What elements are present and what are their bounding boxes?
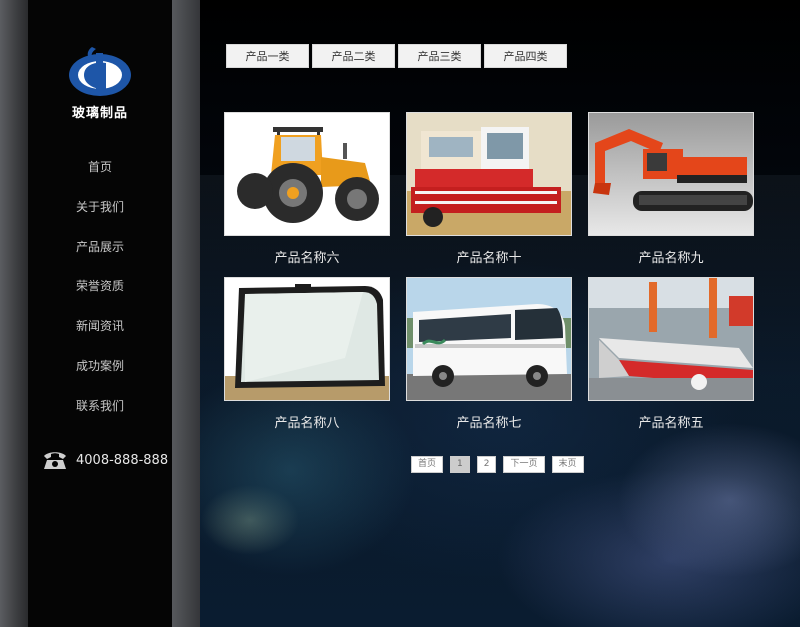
product-card[interactable]: 产品名称六 <box>224 112 390 266</box>
nav-item-home[interactable]: 首页 <box>28 148 172 188</box>
product-name[interactable]: 产品名称六 <box>224 247 390 266</box>
product-name[interactable]: 产品名称五 <box>588 412 754 431</box>
product-image-factory-line[interactable] <box>588 277 754 401</box>
product-card[interactable]: 产品名称八 <box>224 277 390 431</box>
nav-item-contact[interactable]: 联系我们 <box>28 387 172 427</box>
pagination: 首页 1 2 下一页 末页 <box>411 456 591 473</box>
product-card[interactable]: 产品名称五 <box>588 277 754 431</box>
sidebar: 玻璃制品 首页 关于我们 产品展示 荣誉资质 新闻资讯 成功案例 联系我们 40… <box>28 0 172 627</box>
nav-item-about[interactable]: 关于我们 <box>28 188 172 228</box>
product-card[interactable]: 产品名称九 <box>588 112 754 266</box>
main-content: 产品一类 产品二类 产品三类 产品四类 产品名称六 产品名称十 产品名称九 产品… <box>200 0 800 627</box>
nav-item-honors[interactable]: 荣誉资质 <box>28 267 172 307</box>
left-edge-strip <box>0 0 28 627</box>
phone-number: 4008-888-888 <box>76 452 169 468</box>
brand-name: 玻璃制品 <box>71 106 128 121</box>
category-tabs: 产品一类 产品二类 产品三类 产品四类 <box>226 44 570 68</box>
pager-first-button[interactable]: 首页 <box>411 456 444 473</box>
nav-item-products[interactable]: 产品展示 <box>28 228 172 268</box>
sidebar-right-strip <box>172 0 200 627</box>
main-nav: 首页 关于我们 产品展示 荣誉资质 新闻资讯 成功案例 联系我们 <box>28 148 172 427</box>
nav-item-cases[interactable]: 成功案例 <box>28 347 172 387</box>
nav-item-news[interactable]: 新闻资讯 <box>28 307 172 347</box>
pager-next-button[interactable]: 下一页 <box>503 456 545 473</box>
pager-last-button[interactable]: 末页 <box>551 456 584 473</box>
product-image-bus[interactable] <box>406 277 572 401</box>
product-card[interactable]: 产品名称七 <box>406 277 572 431</box>
product-card[interactable]: 产品名称十 <box>406 112 572 266</box>
tab-category-2[interactable]: 产品二类 <box>312 44 395 68</box>
product-image-combine-harvester[interactable] <box>406 112 572 236</box>
product-name[interactable]: 产品名称七 <box>406 412 572 431</box>
tab-category-4[interactable]: 产品四类 <box>484 44 567 68</box>
telephone-icon <box>44 452 66 469</box>
product-image-excavator[interactable] <box>588 112 754 236</box>
product-name[interactable]: 产品名称十 <box>406 247 572 266</box>
brand-logo-icon[interactable] <box>66 43 134 99</box>
product-name[interactable]: 产品名称九 <box>588 247 754 266</box>
pager-page-1[interactable]: 1 <box>450 456 470 473</box>
phone-contact: 4008-888-888 <box>42 448 168 472</box>
tab-category-1[interactable]: 产品一类 <box>226 44 309 68</box>
product-image-glass-panel[interactable] <box>224 277 390 401</box>
pager-page-2[interactable]: 2 <box>476 456 497 473</box>
product-name[interactable]: 产品名称八 <box>224 412 390 431</box>
tab-category-3[interactable]: 产品三类 <box>398 44 481 68</box>
product-image-tractor[interactable] <box>224 112 390 236</box>
